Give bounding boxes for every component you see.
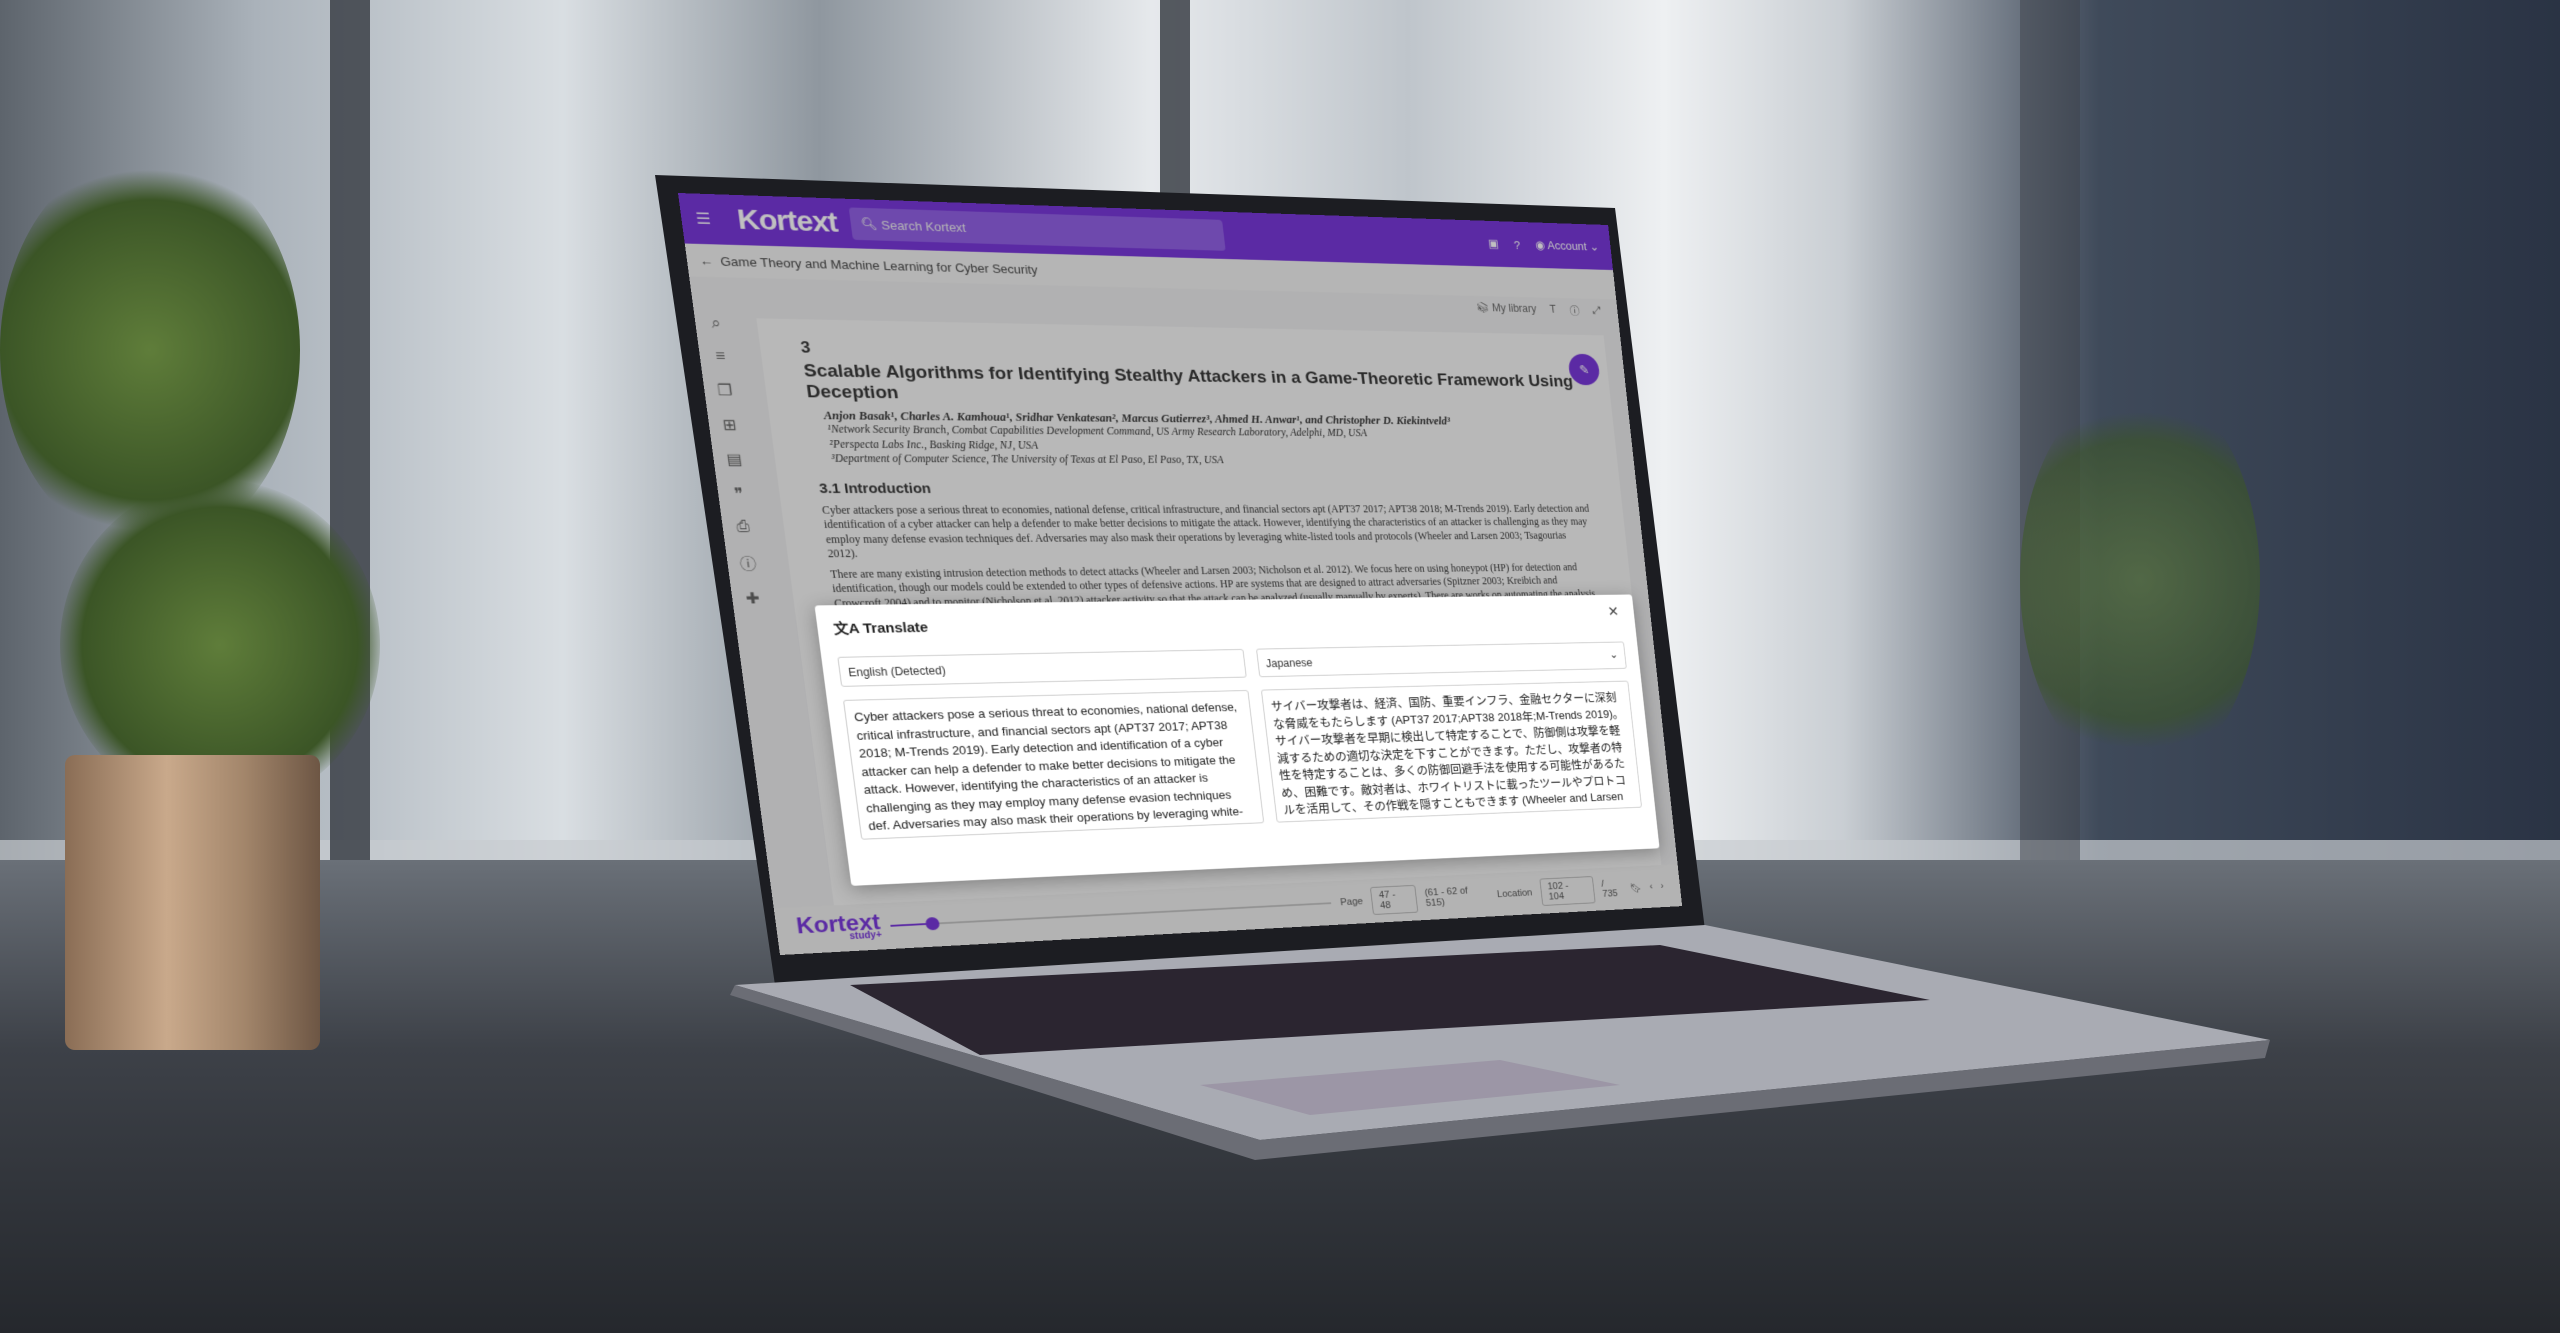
translate-dialog: 文A Translate ✕ English (Detected) Japane… [815,594,1660,885]
target-language-value: Japanese [1265,656,1313,669]
laptop-screen: ☰ Kortext 🔍︎ Search Kortext ▣ ? ◉ Accoun… [678,193,1682,955]
source-text-area[interactable]: Cyber attackers pose a serious threat to… [843,690,1264,840]
translate-icon: 文A [833,621,864,637]
chevron-down-icon: ⌄ [1609,648,1619,660]
target-language-select[interactable]: Japanese ⌄ [1256,642,1627,678]
close-icon[interactable]: ✕ [1607,603,1620,620]
translated-text-area[interactable]: サイバー攻撃者は、経済、国防、重要インフラ、金融セクターに深刻な脅威をもたらしま… [1261,681,1642,823]
dialog-title: Translate [862,620,929,637]
source-language-field[interactable]: English (Detected) [837,649,1246,687]
